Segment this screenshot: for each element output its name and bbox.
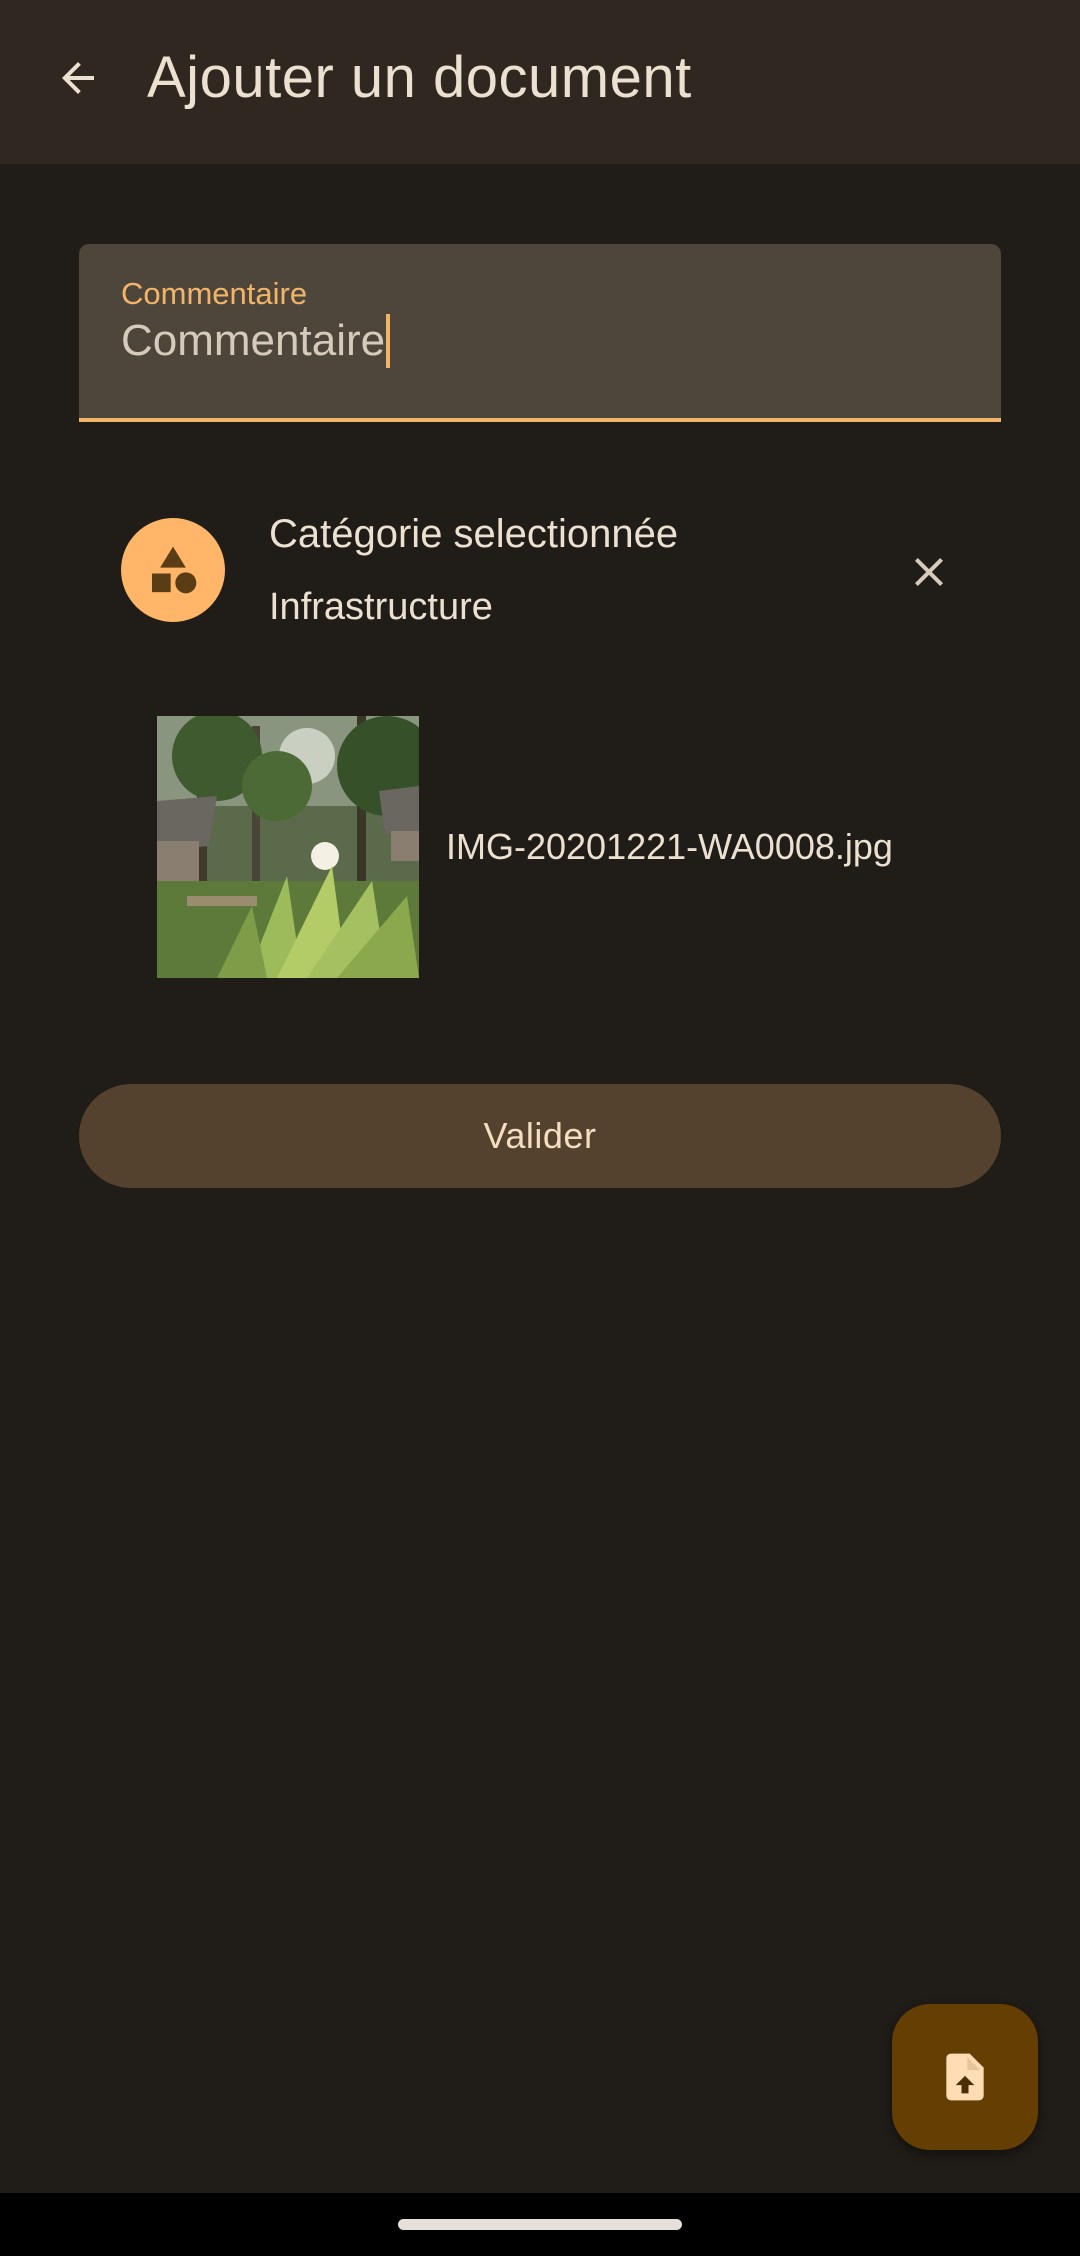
close-icon	[915, 558, 943, 586]
comment-input[interactable]: Commentaire	[121, 314, 391, 368]
attachment-file-name: IMG-20201221-WA0008.jpg	[446, 826, 893, 867]
clear-category-button[interactable]	[895, 538, 963, 606]
gesture-handle[interactable]	[398, 2219, 682, 2230]
category-value: Infrastructure	[269, 586, 493, 628]
validate-button[interactable]: Valider	[79, 1084, 1001, 1188]
system-navigation-bar	[0, 2193, 1080, 2256]
file-upload-icon	[946, 2053, 984, 2101]
attachment-thumbnail	[157, 716, 419, 978]
back-button[interactable]	[46, 46, 110, 110]
category-title: Catégorie selectionnée	[269, 512, 679, 556]
add-document-screen: Ajouter un document Commentaire Commenta…	[0, 0, 1080, 2256]
comment-input-value: Commentaire	[121, 316, 386, 365]
top-app-bar: Ajouter un document	[0, 0, 1080, 164]
category-avatar	[121, 518, 225, 622]
comment-field[interactable]: Commentaire Commentaire	[79, 244, 1001, 422]
text-caret	[386, 314, 391, 368]
category-shapes-icon	[152, 546, 197, 594]
arrow-back-icon	[62, 62, 94, 94]
selected-category: Catégorie selectionnée Infrastructure	[79, 500, 1001, 640]
page-title: Ajouter un document	[147, 45, 692, 110]
upload-file-fab[interactable]	[892, 2004, 1038, 2150]
comment-field-label: Commentaire	[121, 276, 308, 311]
attachment-item[interactable]: IMG-20201221-WA0008.jpg	[157, 716, 1001, 978]
